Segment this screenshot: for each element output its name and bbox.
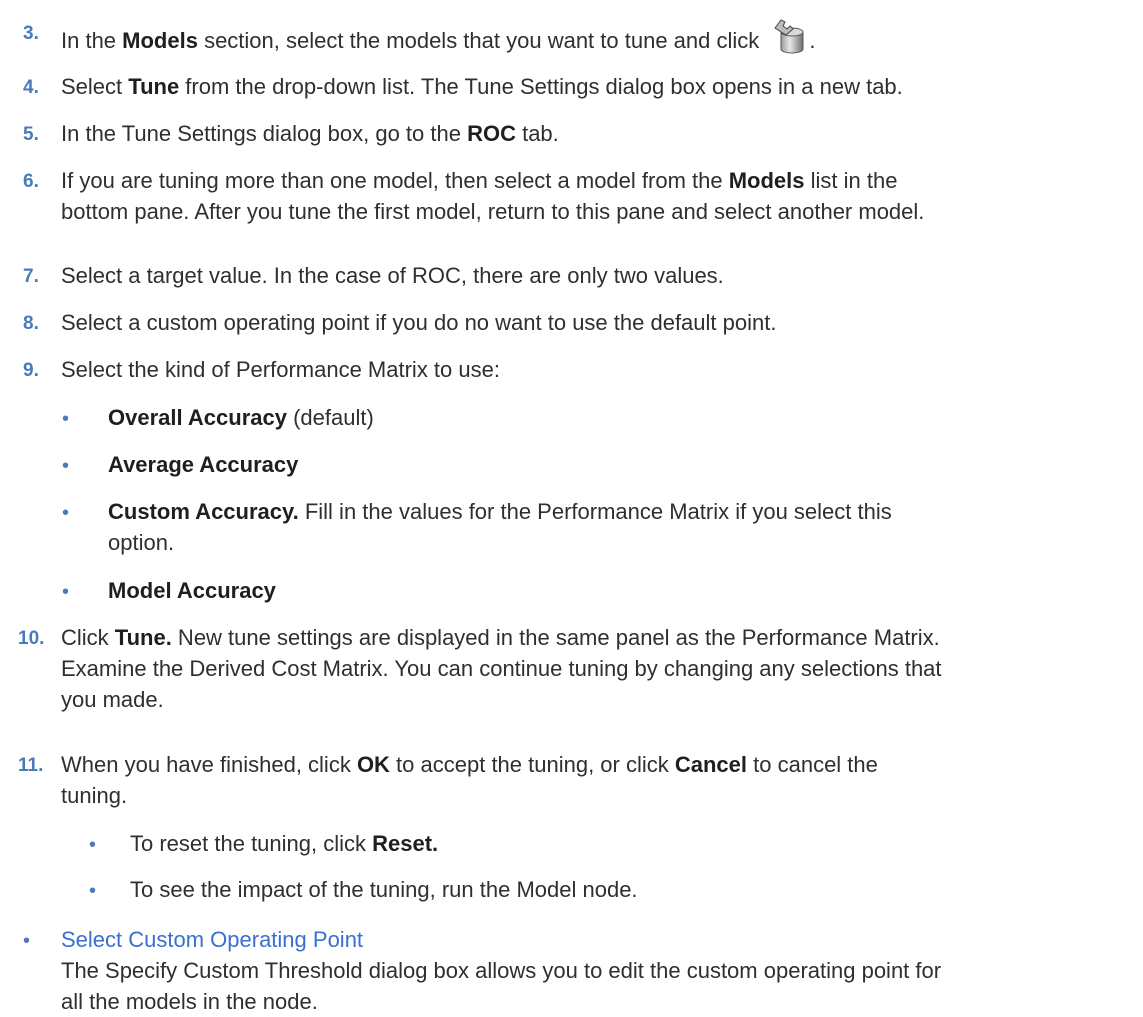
matrix-option-average: Average Accuracy: [108, 452, 299, 477]
step-text: In the Tune Settings dialog box, go to t…: [61, 121, 559, 146]
step-text: Select a target value. In the case of RO…: [61, 263, 724, 288]
bullet-icon: •: [89, 880, 97, 902]
matrix-option-model: Model Accuracy: [108, 578, 276, 603]
step-text: When you have finished, click OK to acce…: [61, 752, 878, 808]
impact-instruction: To see the impact of the tuning, run the…: [130, 877, 638, 902]
bullet-icon: •: [62, 455, 70, 477]
step-number: 6.: [23, 171, 39, 192]
step-number: 9.: [23, 360, 39, 381]
related-description-line2: all the models in the node.: [61, 989, 318, 1014]
step-text: In the Models section, select the models…: [61, 16, 1121, 56]
step-number: 11.: [18, 755, 44, 776]
step-number: 8.: [23, 313, 39, 334]
step-number: 7.: [23, 266, 39, 287]
step-text: If you are tuning more than one model, t…: [61, 168, 925, 224]
select-custom-operating-point-link[interactable]: Select Custom Operating Point: [61, 927, 363, 952]
step-text: Click Tune. New tune settings are displa…: [61, 625, 942, 712]
bullet-icon: •: [23, 930, 31, 952]
related-description-line1: The Specify Custom Threshold dialog box …: [61, 958, 942, 983]
matrix-option-custom: Custom Accuracy. Fill in the values for …: [108, 499, 892, 555]
bullet-icon: •: [62, 502, 70, 524]
tune-wrench-database-icon[interactable]: [771, 16, 809, 54]
step-text: Select a custom operating point if you d…: [61, 310, 777, 335]
step-number: 3.: [23, 23, 39, 44]
step-number: 5.: [23, 124, 39, 145]
related-topic-block: Select Custom Operating Point The Specif…: [61, 924, 1131, 1017]
reset-instruction: To reset the tuning, click Reset.: [130, 831, 439, 856]
bullet-icon: •: [62, 408, 70, 430]
bullet-icon: •: [89, 834, 97, 856]
step-number: 4.: [23, 77, 39, 98]
step-text: Select the kind of Performance Matrix to…: [61, 357, 500, 382]
bullet-icon: •: [62, 581, 70, 603]
step-number: 10.: [18, 628, 45, 649]
step-text: Select Tune from the drop-down list. The…: [61, 74, 903, 99]
matrix-option-overall: Overall Accuracy (default): [108, 405, 374, 430]
